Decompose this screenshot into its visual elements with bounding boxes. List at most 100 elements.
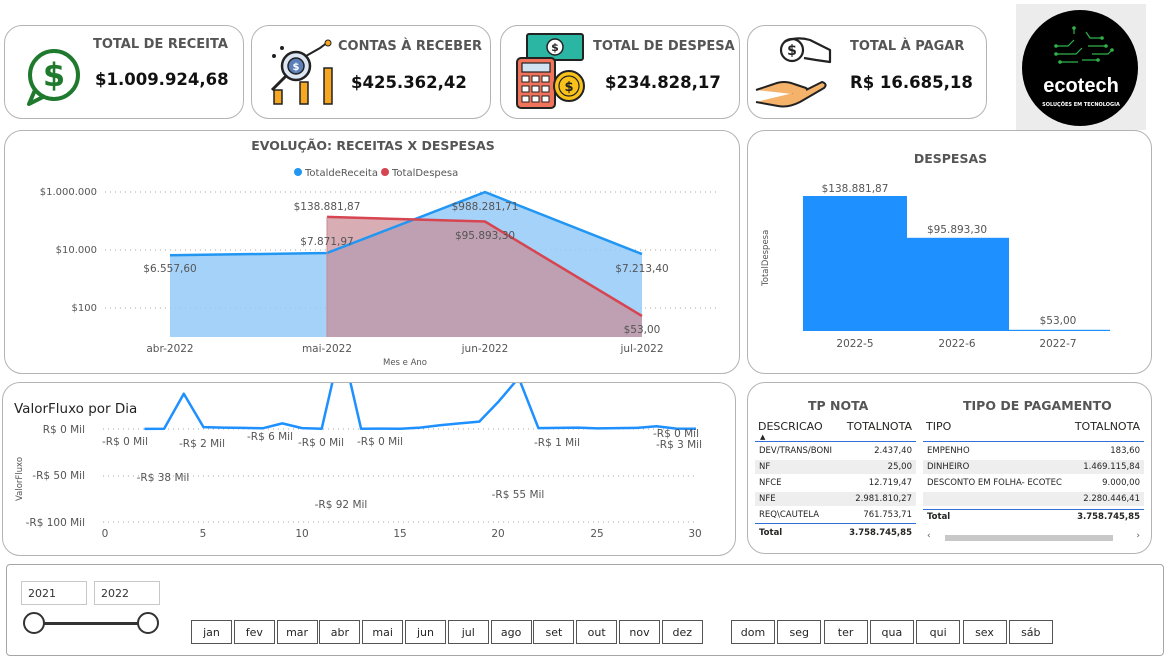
x-tick: 20 [491,528,504,540]
tipopag-row[interactable]: DINHEIRO 1.469.115,84 [923,460,1144,474]
tpnota-row[interactable]: DEV/TRANS/BONI 2.437,40 [755,444,916,458]
hand-coin-icon: $ [755,37,832,108]
tpnota-header-descricao[interactable]: DESCRICAO [758,420,823,433]
tpnota-cell-value: 2.437,40 [874,446,912,456]
legend-receita-label: TotaldeReceita [304,168,378,179]
tpnota-title: TP NOTA [808,398,869,413]
logo-container: ecotech SOLUÇÕES EM TECNOLOGIA [1016,4,1146,130]
despesa-bar [1006,329,1110,331]
month-button-jul[interactable]: jul [447,620,489,644]
x-tick: abr-2022 [146,343,193,355]
despesa-data-label: $95.893,30 [455,230,515,242]
calculator-cash-icon: $ $ [516,33,585,109]
svg-text:$: $ [564,80,573,95]
month-button-abr[interactable]: abr [319,620,361,644]
fluxo-data-label: -R$ 3 Mil [656,439,702,451]
year-slider-handle-end[interactable] [137,612,159,634]
sort-desc-icon: ▲ [760,433,766,441]
x-tick: mai-2022 [302,343,352,355]
y-tick: $10.000 [56,245,97,256]
logo-tagline: SOLUÇÕES EM TECNOLOGIA [1042,102,1120,108]
dollar-speech-bubble-icon: $ [27,49,80,106]
tpnota-header-totalnota[interactable]: TOTALNOTA [847,420,912,433]
day-button-seg[interactable]: seg [777,620,822,644]
year-from-input[interactable]: 2021 [21,581,87,605]
fluxo-data-label: -R$ 0 Mil [298,437,344,449]
x-tick: 2022-5 [836,338,873,350]
month-button-nov[interactable]: nov [619,620,660,644]
evolucao-chart: TotaldeReceita TotalDespesa $1.000.000 $… [40,168,717,368]
day-button-sex[interactable]: sex [962,620,1007,644]
tipopag-cell-desc: DINHEIRO [927,462,970,472]
kpi-card-receber: $ CONTAS À RECEBER $425.362,42 [251,25,491,119]
tipopag-cell-value: 2.280.446,41 [1083,494,1140,504]
month-button-ago[interactable]: ago [490,620,532,644]
x-tick: 5 [200,528,207,540]
tipopag-cell-desc: DESCONTO EM FOLHA- ECOTEC [927,478,1062,488]
month-button-dez[interactable]: dez [661,620,703,644]
ecotech-logo [1022,10,1138,126]
month-button-jun[interactable]: jun [405,620,446,644]
tipopag-total-label: Total [927,512,951,522]
tpnota-row[interactable]: NFE 2.981.810,27 [755,492,916,506]
kpi-value-receber: $425.362,42 [351,73,467,92]
scroll-left-icon[interactable]: ‹ [927,531,931,541]
fluxo-data-label: -R$ 92 Mil [315,499,368,511]
svg-text:$: $ [293,62,300,73]
tipopag-header-tipo[interactable]: TIPO [926,420,951,433]
day-button-dom[interactable]: dom [731,620,775,644]
x-tick: 10 [295,528,308,540]
horizontal-scrollbar[interactable]: ‹ › [925,531,1142,543]
x-tick: jul-2022 [620,343,664,355]
kpi-value-pagar: R$ 16.685,18 [850,73,973,92]
fluxo-data-label: -R$ 0 Mil [357,436,403,448]
day-button-ter[interactable]: ter [823,620,868,644]
tipopag-cell-value: 1.469.115,84 [1083,462,1140,472]
month-button-fev[interactable]: fev [233,620,275,644]
month-button-out[interactable]: out [576,620,618,644]
month-button-mai[interactable]: mai [362,620,404,644]
tipopag-row[interactable]: EMPENHO 183,60 [923,444,1144,458]
kpi-value-despesa: $234.828,17 [605,73,721,92]
bar-data-label: $138.881,87 [822,183,889,195]
day-button-sáb[interactable]: sáb [1008,620,1053,644]
year-slider-track[interactable] [34,622,148,625]
kpi-card-despesa: $ $ TOTAL DE DESPESA $234.828,17 [500,25,740,119]
x-tick: 0 [102,528,109,540]
y-axis-label: TotalDespesa [761,230,771,287]
tpnota-row[interactable]: REQ\CAUTELA 761.753,71 [755,508,916,522]
y-tick: $100 [72,303,97,314]
fluxo-chart-card: ValorFluxo por Dia ValorFluxo R$ 0 Mil -… [2,382,736,556]
tipopag-row[interactable]: 2.280.446,41 [923,492,1144,506]
tpnota-total-value: 3.758.745,85 [849,528,912,538]
scroll-right-icon[interactable]: › [1136,531,1140,541]
tipopag-cell-desc: EMPENHO [927,446,970,456]
day-button-qua[interactable]: qua [869,620,914,644]
month-button-mar[interactable]: mar [276,620,318,644]
month-button-jan[interactable]: jan [191,620,232,644]
y-axis-label: ValorFluxo [15,457,25,501]
tpnota-cell-value: 2.981.810,27 [855,494,912,504]
day-button-qui[interactable]: qui [916,620,961,644]
tpnota-cell-value: 25,00 [887,462,912,472]
y-tick: R$ 0 Mil [43,424,85,436]
tipopag-row[interactable]: DESCONTO EM FOLHA- ECOTEC 9.000,00 [923,476,1144,490]
tpnota-row[interactable]: NF 25,00 [755,460,916,474]
despesa-bar [803,196,907,331]
tpnota-row[interactable]: NFCE 12.719,47 [755,476,916,490]
month-button-set[interactable]: set [533,620,575,644]
tipopag-header-totalnota[interactable]: TOTALNOTA [1075,420,1140,433]
evolucao-chart-card: EVOLUÇÃO: RECEITAS X DESPESAS TotaldeRec… [4,130,740,374]
magnifier-growth-chart-icon: $ [270,39,333,105]
fluxo-data-label: -R$ 0 Mil [102,436,148,448]
legend-despesa-label: TotalDespesa [391,168,458,179]
fluxo-line [144,383,697,431]
despesa-data-label: $53,00 [624,324,661,336]
year-slider-handle-start[interactable] [23,612,45,634]
y-tick: -R$ 100 Mil [26,517,85,529]
scrollbar-thumb[interactable] [945,535,1113,541]
tipopag-total-value: 3.758.745,85 [1077,512,1140,522]
tpnota-cell-desc: REQ\CAUTELA [759,510,820,520]
year-to-input[interactable]: 2022 [94,581,160,605]
tpnota-cell-value: 12.719,47 [868,478,912,488]
